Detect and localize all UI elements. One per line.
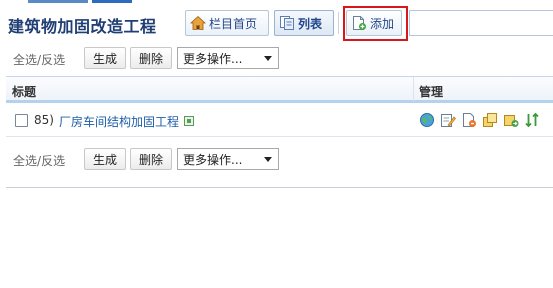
invert-select-link[interactable]: 反选 [41,53,65,67]
page-title: 建筑物加固改造工程 [8,17,157,36]
content-bottom-divider [6,187,553,188]
image-flag-icon [184,116,194,126]
copy-icon[interactable] [482,112,498,128]
toolbar-divider [338,12,339,34]
add-button[interactable]: 添加 [346,10,402,36]
document-icon[interactable] [461,112,477,128]
top-tab-fragment-active [92,0,132,3]
list-button[interactable]: 列表 [274,10,334,36]
generate-button[interactable]: 生成 [84,47,126,69]
article-table: 标题 管理 85) 厂房车间结构加固工程 [6,76,553,137]
row-number: 85) [34,113,54,127]
generate-button[interactable]: 生成 [84,148,126,170]
list-icon [280,16,294,30]
move-icon[interactable] [503,112,519,128]
page: 建筑物加固改造工程 栏目首页 列表 添加 全选/反选 生成 删除 更多操作...… [0,0,553,288]
table-row: 85) 厂房车间结构加固工程 [6,103,553,137]
add-label: 添加 [370,16,395,31]
select-links: 全选/反选 [13,51,65,68]
sort-icon[interactable] [524,112,540,128]
search-input[interactable] [409,10,553,36]
more-actions-value: 更多操作... [183,51,243,66]
column-home-button[interactable]: 栏目首页 [185,10,269,36]
list-label: 列表 [298,16,323,31]
more-actions-select[interactable]: 更多操作... [177,148,279,170]
chevron-down-icon [264,157,272,162]
action-row-bottom: 全选/反选 生成 删除 更多操作... [0,148,553,172]
delete-button[interactable]: 删除 [130,47,172,69]
top-tab-fragment [28,0,88,3]
select-links: 全选/反选 [13,152,65,169]
home-icon [190,15,206,30]
globe-icon[interactable] [419,112,435,128]
column-title-header: 标题 [12,85,37,99]
select-all-link[interactable]: 全选 [13,154,37,168]
add-document-icon [353,16,366,30]
select-all-link[interactable]: 全选 [13,53,37,67]
chevron-down-icon [264,56,272,61]
more-actions-value: 更多操作... [183,152,243,167]
row-checkbox[interactable] [15,114,28,127]
column-home-label: 栏目首页 [209,16,258,31]
invert-select-link[interactable]: 反选 [41,154,65,168]
top-nav-fragment [0,0,553,4]
table-header: 标题 管理 [6,76,553,103]
manage-icons [419,112,545,128]
more-actions-select[interactable]: 更多操作... [177,47,279,69]
column-manage-header: 管理 [419,85,444,99]
action-row-top: 全选/反选 生成 删除 更多操作... [0,47,553,71]
column-separator [413,77,414,101]
row-title-link[interactable]: 厂房车间结构加固工程 [59,113,179,130]
edit-icon[interactable] [440,112,456,128]
delete-button[interactable]: 删除 [130,148,172,170]
